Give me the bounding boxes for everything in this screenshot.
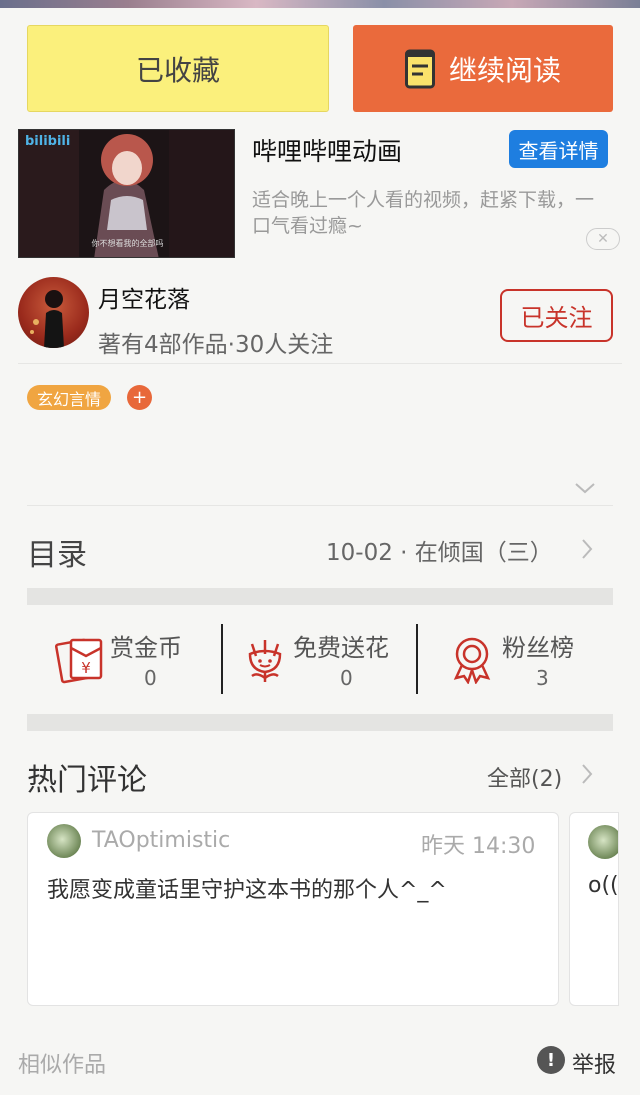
continue-reading-label: 继续阅读: [448, 53, 561, 87]
comment-card[interactable]: o((: [569, 812, 619, 1006]
section-separator: [27, 714, 613, 731]
similar-works-label[interactable]: 相似作品: [18, 1047, 106, 1079]
commenter-name[interactable]: TAOptimistic: [92, 828, 230, 853]
send-flower-button[interactable]: 免费送花 0: [240, 622, 410, 692]
stat-label: 免费送花: [293, 634, 389, 662]
latest-chapter: 10-02 · 在倾国（三）: [326, 540, 553, 566]
stat-value: 0: [340, 666, 353, 690]
ad-title[interactable]: 哔哩哔哩动画: [252, 132, 402, 168]
warning-icon[interactable]: !: [537, 1046, 565, 1074]
chevron-right-icon: [580, 762, 594, 786]
comment-time: 昨天 14:30: [421, 834, 536, 859]
video-subtitle: 你不想看我的全部吗: [91, 239, 164, 248]
book-icon: [404, 49, 435, 89]
chevron-down-icon[interactable]: [573, 480, 597, 496]
ad-close-icon[interactable]: ✕: [586, 228, 620, 250]
author-name[interactable]: 月空花落: [98, 280, 190, 314]
cover-strip: [0, 0, 640, 8]
divider: [18, 363, 622, 364]
all-comments-label: 全部(2): [487, 767, 563, 792]
stat-divider: [416, 624, 418, 694]
author-avatar[interactable]: [18, 277, 89, 348]
reward-coins-button[interactable]: ¥ 赏金币 0: [52, 622, 212, 692]
stat-value: 0: [144, 666, 157, 690]
stat-value: 3: [536, 666, 549, 690]
favorited-label: 已收藏: [135, 53, 220, 87]
red-envelope-icon: ¥: [54, 634, 105, 684]
continue-reading-button[interactable]: 继续阅读: [353, 25, 613, 112]
fan-ranking-button[interactable]: 粉丝榜 3: [448, 622, 598, 692]
favorited-button[interactable]: 已收藏: [27, 25, 329, 112]
svg-text:¥: ¥: [81, 659, 91, 677]
follow-button[interactable]: 已关注: [500, 289, 613, 342]
flower-icon: [240, 634, 290, 684]
comment-text: o((: [588, 873, 619, 898]
ad-description: 适合晚上一个人看的视频，赶紧下载，一口气看过瘾~: [252, 189, 595, 237]
comment-text: 我愿变成童话里守护这本书的那个人^_^: [47, 878, 447, 903]
section-separator: [27, 588, 613, 605]
ad-thumbnail[interactable]: bilibili 你不想看我的全部吗: [18, 129, 235, 258]
toc-label: 目录: [27, 538, 87, 573]
stat-label: 赏金币: [110, 634, 182, 662]
author-meta: 著有4部作品·30人关注: [98, 332, 334, 358]
chevron-right-icon: [580, 537, 594, 561]
stat-label: 粉丝榜: [502, 634, 574, 662]
view-details-button[interactable]: 查看详情: [509, 130, 608, 168]
commenter-avatar[interactable]: [588, 825, 618, 859]
report-button[interactable]: 举报: [572, 1047, 616, 1079]
stat-divider: [221, 624, 223, 694]
add-tag-icon[interactable]: +: [127, 385, 152, 410]
medal-icon: [448, 634, 498, 685]
commenter-avatar[interactable]: [47, 824, 81, 858]
hot-comments-title: 热门评论: [27, 763, 147, 798]
genre-tag[interactable]: 玄幻言情: [27, 385, 112, 410]
bilibili-logo: bilibili: [25, 134, 71, 149]
